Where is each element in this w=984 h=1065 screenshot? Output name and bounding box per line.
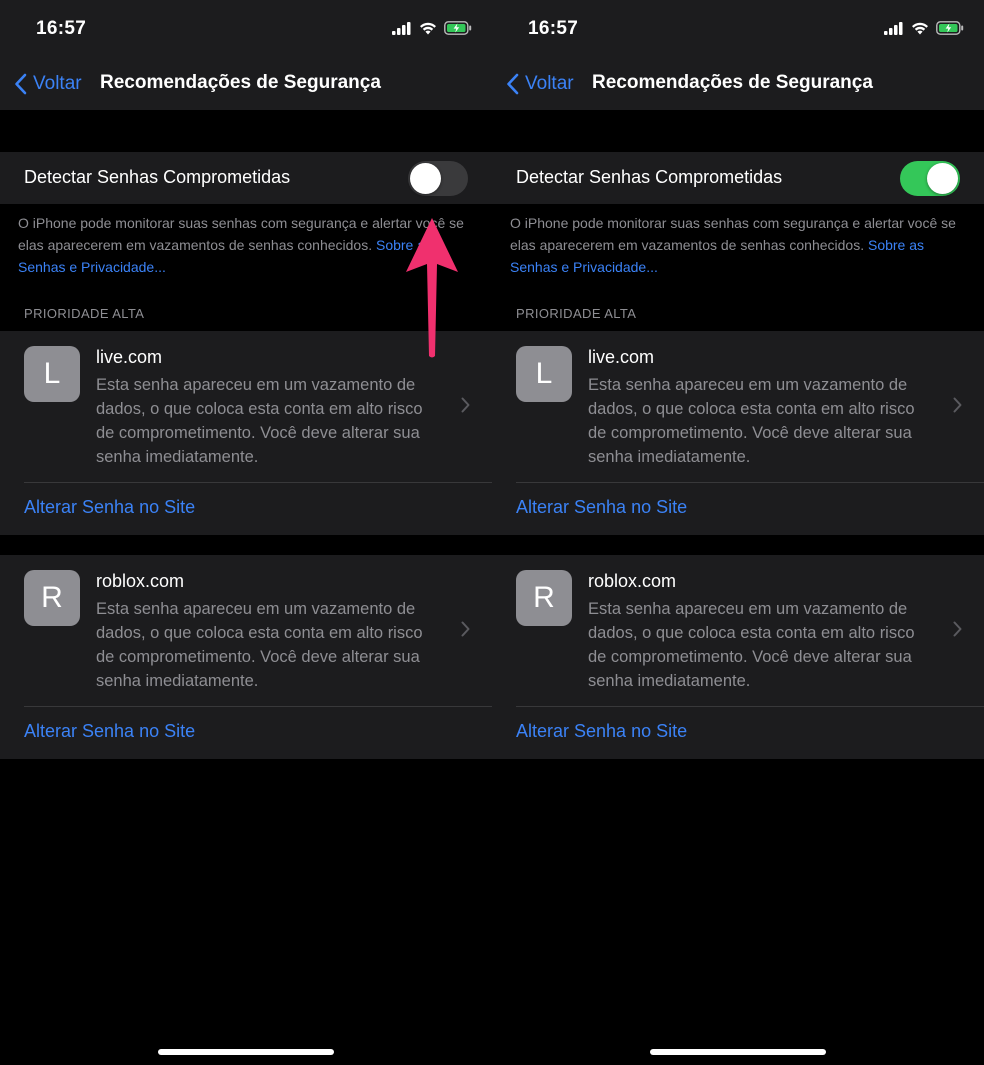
chevron-left-icon <box>507 73 519 95</box>
detect-compromised-row: Detectar Senhas Comprometidas <box>492 152 984 204</box>
battery-charging-icon <box>444 21 472 35</box>
chevron-right-icon[interactable] <box>953 397 962 413</box>
section-header: PRIORIDADE ALTA <box>24 306 145 321</box>
wifi-icon <box>912 22 928 35</box>
change-password-button[interactable]: Alterar Senha no Site <box>516 497 687 518</box>
divider <box>516 482 984 483</box>
wifi-icon <box>420 22 436 35</box>
screen-before: 16:57 Voltar Recomendações de Segurança … <box>0 0 492 1065</box>
status-bar: 16:57 <box>492 0 984 58</box>
account-card: R roblox.com Esta senha apareceu em um v… <box>492 555 984 759</box>
detect-compromised-switch[interactable] <box>900 161 960 196</box>
cellular-signal-icon <box>392 21 411 35</box>
account-description: Esta senha apareceu em um vazamento de d… <box>96 376 423 466</box>
chevron-left-icon <box>15 73 27 95</box>
detect-compromised-switch[interactable] <box>408 161 468 196</box>
chevron-right-icon[interactable] <box>953 621 962 637</box>
change-password-button[interactable]: Alterar Senha no Site <box>516 721 687 742</box>
change-password-button[interactable]: Alterar Senha no Site <box>24 721 195 742</box>
change-password-button[interactable]: Alterar Senha no Site <box>24 497 195 518</box>
back-button[interactable]: Voltar <box>14 70 82 98</box>
page-title: Recomendações de Segurança <box>100 72 381 93</box>
footnote: O iPhone pode monitorar suas senhas com … <box>510 212 966 278</box>
account-card: L live.com Esta senha apareceu em um vaz… <box>492 331 984 535</box>
screen-after: 16:57 Voltar Recomendações de Segurança … <box>492 0 984 1065</box>
home-indicator[interactable] <box>650 1049 826 1055</box>
divider <box>516 706 984 707</box>
back-button-label: Voltar <box>33 73 82 94</box>
status-time: 16:57 <box>528 18 579 39</box>
navigation-bar: Voltar Recomendações de Segurança <box>492 58 984 110</box>
divider <box>24 482 492 483</box>
account-description: Esta senha apareceu em um vazamento de d… <box>96 600 423 690</box>
toggle-label: Detectar Senhas Comprometidas <box>24 167 291 187</box>
section-header: PRIORIDADE ALTA <box>516 306 637 321</box>
account-site[interactable]: roblox.com <box>588 571 676 592</box>
account-site[interactable]: roblox.com <box>96 571 184 592</box>
account-card: R roblox.com Esta senha apareceu em um v… <box>0 555 492 759</box>
toggle-label: Detectar Senhas Comprometidas <box>516 167 783 187</box>
detect-compromised-row: Detectar Senhas Comprometidas <box>0 152 492 204</box>
account-avatar: R <box>516 570 572 626</box>
arrow-up-annotation-icon <box>406 218 458 358</box>
home-indicator[interactable] <box>158 1049 334 1055</box>
battery-charging-icon <box>936 21 964 35</box>
switch-knob <box>927 163 958 194</box>
navigation-bar: Voltar Recomendações de Segurança <box>0 58 492 110</box>
back-button[interactable]: Voltar <box>506 70 574 98</box>
cellular-signal-icon <box>884 21 903 35</box>
switch-knob <box>410 163 441 194</box>
status-bar: 16:57 <box>0 0 492 58</box>
chevron-right-icon[interactable] <box>461 397 470 413</box>
account-description: Esta senha apareceu em um vazamento de d… <box>588 600 915 690</box>
account-site[interactable]: live.com <box>96 347 162 368</box>
account-site[interactable]: live.com <box>588 347 654 368</box>
chevron-right-icon[interactable] <box>461 621 470 637</box>
page-title: Recomendações de Segurança <box>592 72 873 93</box>
account-avatar: L <box>516 346 572 402</box>
status-time: 16:57 <box>36 18 87 39</box>
account-avatar: L <box>24 346 80 402</box>
account-card: L live.com Esta senha apareceu em um vaz… <box>0 331 492 535</box>
account-avatar: R <box>24 570 80 626</box>
account-description: Esta senha apareceu em um vazamento de d… <box>588 376 915 466</box>
back-button-label: Voltar <box>525 73 574 94</box>
divider <box>24 706 492 707</box>
